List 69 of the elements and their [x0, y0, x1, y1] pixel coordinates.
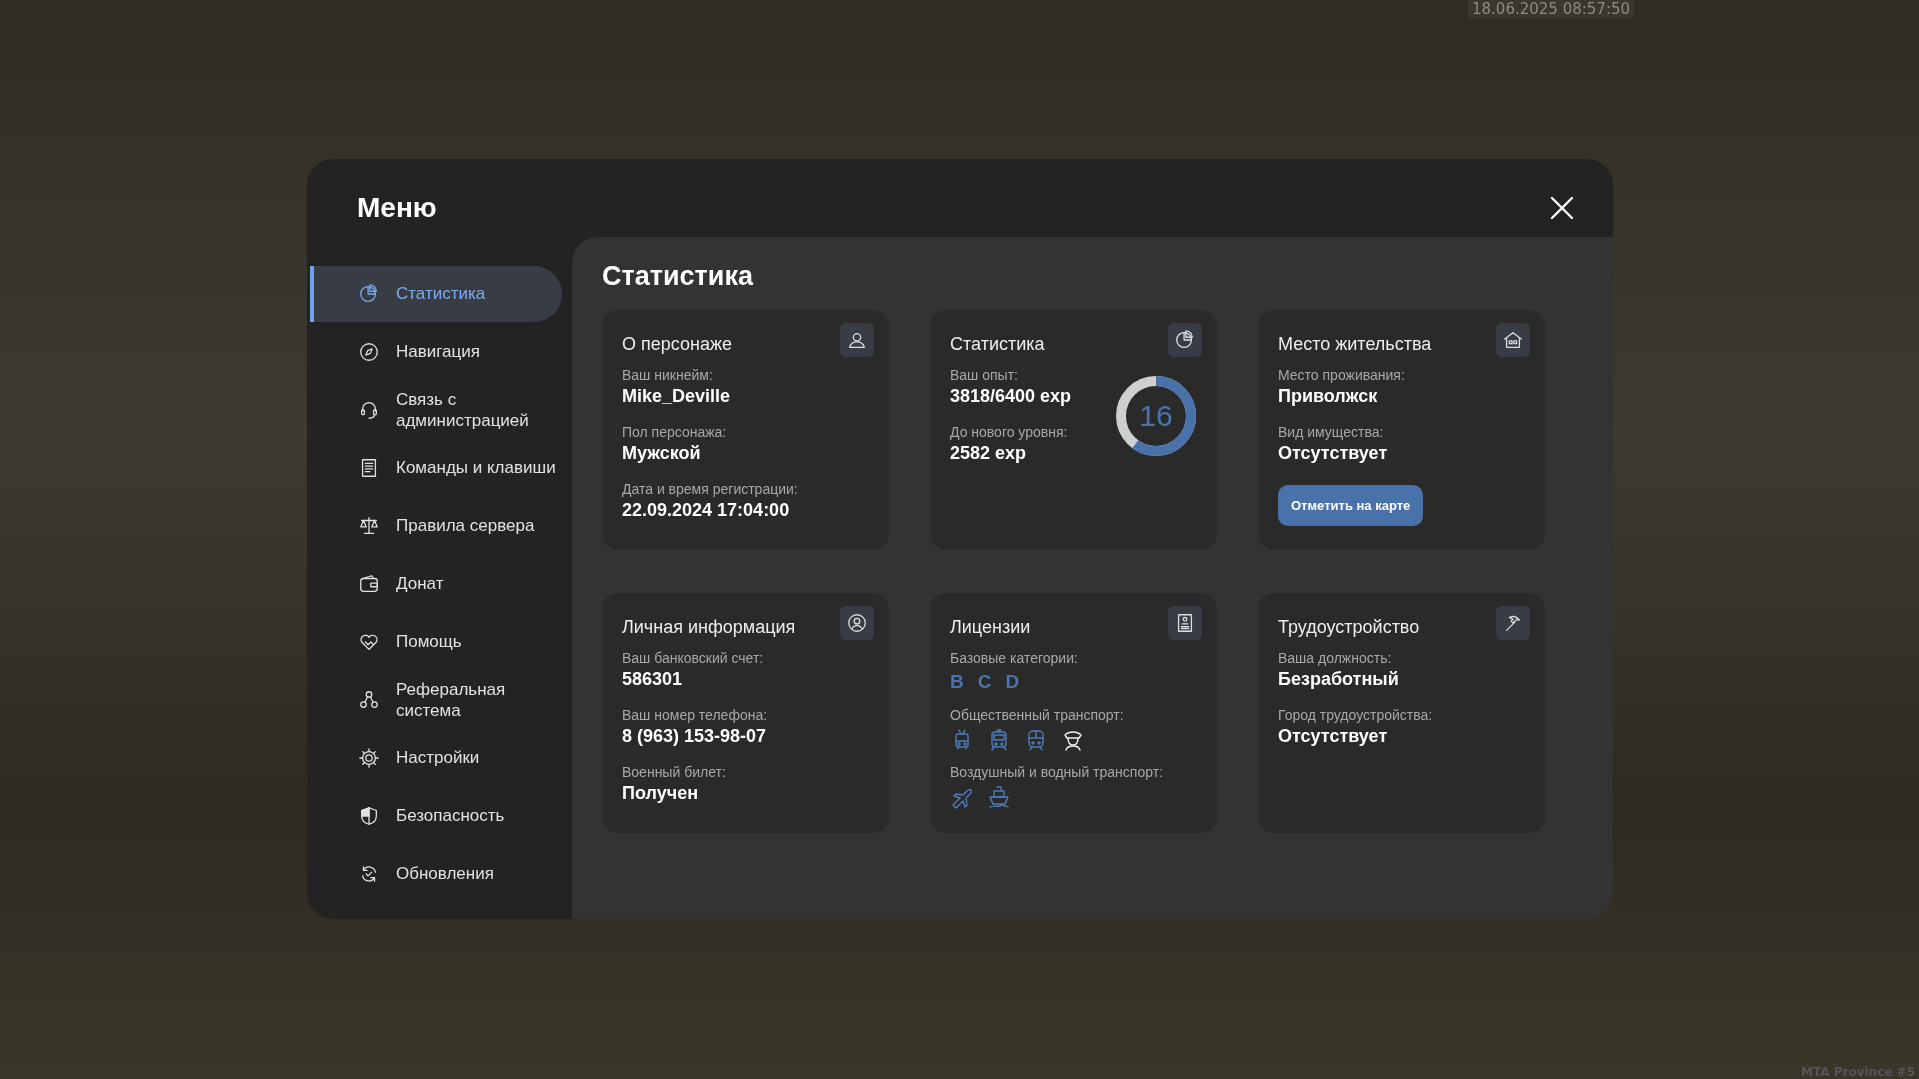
field-label: Пол персонажа:	[622, 424, 728, 440]
field-label: Дата и время регистрации:	[622, 481, 799, 497]
card-title: Лицензии	[950, 617, 1032, 638]
field-value: Приволжск	[1278, 386, 1379, 407]
field-value: 586301	[622, 669, 684, 690]
field-label: До нового уровня:	[950, 424, 1069, 440]
card-title: Место жительства	[1278, 334, 1433, 355]
field-label: Военный билет:	[622, 764, 727, 780]
house-icon	[1502, 329, 1524, 351]
card-title: Статистика	[950, 334, 1046, 355]
sidebar-item[interactable]: Безопасность	[310, 788, 562, 844]
field-value: Отсутствует	[1278, 443, 1389, 464]
sidebar-item[interactable]: Навигация	[310, 324, 562, 380]
field-label: Ваш номер телефона:	[622, 707, 769, 723]
field-label: Место проживания:	[1278, 367, 1406, 383]
section-label: Базовые категории:	[950, 650, 1079, 666]
compass-icon	[358, 341, 380, 363]
license-category: D	[1005, 671, 1020, 693]
scales-icon	[358, 515, 380, 537]
card-icon-button[interactable]	[1496, 606, 1530, 640]
mark-on-map-button[interactable]: Отметить на карте	[1278, 485, 1424, 526]
field-label: Ваш опыт:	[950, 367, 1019, 383]
user-circle-icon	[846, 612, 868, 634]
network-icon	[358, 689, 380, 711]
sidebar-item[interactable]: Реферальная система	[310, 672, 562, 728]
menu-title: Меню	[357, 192, 437, 224]
sidebar-item[interactable]: Обновления	[310, 846, 562, 902]
sidebar-item[interactable]: Правила сервера	[310, 498, 562, 554]
headset-icon	[358, 399, 380, 421]
pie-chart-icon	[1174, 329, 1196, 351]
field-value: Отсутствует	[1278, 726, 1389, 747]
field-label: Город трудоустройства:	[1278, 707, 1434, 723]
field-value: 8 (963) 153-98-07	[622, 726, 768, 747]
card-icon-button[interactable]	[1496, 323, 1530, 357]
settings-icon	[358, 747, 380, 769]
pie-chart-icon	[358, 283, 380, 305]
field-value: Мужской	[622, 443, 702, 464]
sidebar-item[interactable]: Настройки	[310, 730, 562, 786]
card-icon-button[interactable]	[1168, 606, 1202, 640]
card-icon-button[interactable]	[840, 323, 874, 357]
card-title: Трудоустройство	[1278, 617, 1421, 638]
section-label: Воздушный и водный транспорт:	[950, 764, 1164, 780]
card-icon-button[interactable]	[840, 606, 874, 640]
field-label: Ваш банковский счет:	[622, 650, 765, 666]
sidebar-item[interactable]: Помощь	[310, 614, 562, 670]
field-label: Ваш никнейм:	[622, 367, 714, 383]
sidebar-item[interactable]: Команды и клавиши	[310, 440, 562, 496]
sidebar-item[interactable]: Донат	[310, 556, 562, 612]
field-value: 22.09.2024 17:04:00	[622, 500, 791, 521]
field-value: 2582 exp	[950, 443, 1028, 464]
wallet-icon	[358, 573, 380, 595]
field-value: Безработный	[1278, 669, 1400, 690]
field-value: Mike_Deville	[622, 386, 732, 407]
field-label: Вид имущества:	[1278, 424, 1385, 440]
field-value: Получен	[622, 783, 700, 804]
field-value: 3818/6400 exp	[950, 386, 1072, 407]
license-category: B	[950, 671, 964, 693]
level-number: 16	[1139, 399, 1173, 433]
section-label: Общественный транспорт:	[950, 707, 1125, 723]
card-title: О персонаже	[622, 334, 733, 355]
card-title: Личная информация	[622, 617, 797, 638]
shield-icon	[358, 805, 380, 827]
section-title: Статистика	[602, 261, 755, 292]
field-label: Ваша должность:	[1278, 650, 1393, 666]
sidebar-item[interactable]: Связь с администрацией	[310, 382, 562, 438]
license-category: C	[977, 671, 992, 693]
sidebar-item[interactable]: Статистика	[310, 266, 562, 322]
card-icon-button[interactable]	[1168, 323, 1202, 357]
timestamp: 18.06.2025 08:57:50	[1468, 0, 1635, 18]
